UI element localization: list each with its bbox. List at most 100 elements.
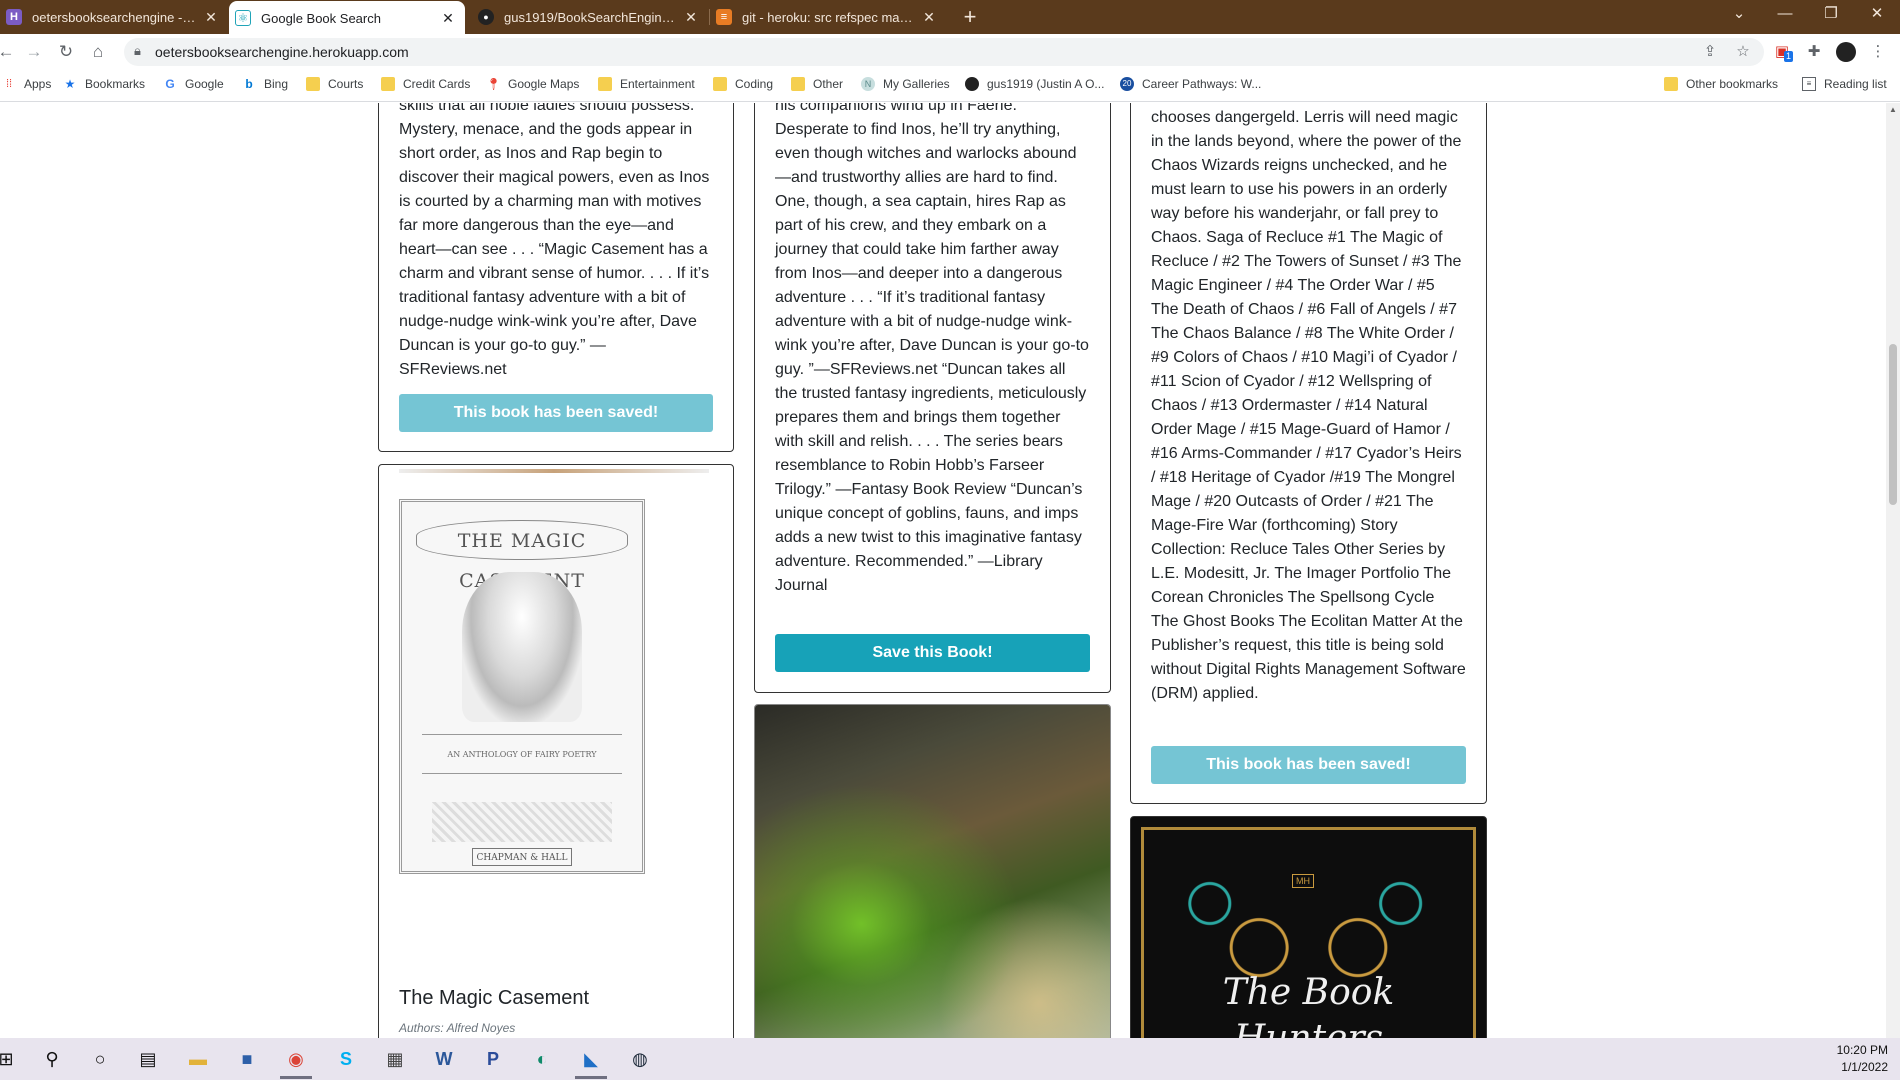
cover-top-edge — [399, 469, 709, 473]
calculator-icon[interactable]: ▦ — [381, 1046, 409, 1072]
bookmark-label: gus1919 (Justin A O... — [987, 77, 1105, 91]
book-description: his companions wind up in Faerie. Desper… — [775, 103, 1089, 594]
reading-list-icon: ≡ — [1802, 77, 1816, 91]
book-saved-button[interactable]: This book has been saved! — [1151, 746, 1466, 784]
scroll-up-arrow-icon[interactable]: ▲ — [1889, 105, 1897, 114]
bookmark-folder-entertainment[interactable]: Entertainment — [598, 77, 695, 91]
tab-stackoverflow[interactable]: ≡ git - heroku: src refspec master does … — [710, 0, 946, 34]
word-icon[interactable]: W — [430, 1046, 458, 1072]
new-tab-button[interactable]: + — [957, 4, 983, 30]
bookmark-github[interactable]: gus1919 (Justin A O... — [965, 77, 1104, 91]
edge-icon[interactable]: ◐ — [528, 1046, 556, 1072]
url-text[interactable]: oetersbooksearchengine.herokuapp.com — [155, 44, 409, 60]
bookmark-other-bookmarks[interactable]: Other bookmarks — [1664, 77, 1778, 91]
lock-icon[interactable]: 🔒︎ — [134, 43, 141, 59]
reload-icon[interactable]: ↻ — [54, 40, 78, 64]
stackoverflow-icon: ≡ — [716, 9, 732, 25]
tab-github-repo[interactable]: ● gus1919/BookSearchEngine: Refactor ✕ — [472, 0, 708, 34]
reading-list-button[interactable]: ≡ Reading list — [1802, 77, 1887, 91]
bookmark-folder-credit-cards[interactable]: Credit Cards — [381, 77, 470, 91]
book-card: chooses dangergeld. Lerris will need mag… — [1130, 103, 1487, 804]
bookmark-label: Entertainment — [620, 77, 695, 91]
bookmark-label: Bing — [264, 77, 289, 91]
github-icon: ● — [478, 9, 494, 25]
tab-heroku-settings[interactable]: H oetersbooksearchengine - Settings ✕ — [0, 0, 228, 34]
bookmark-folder-other[interactable]: Other — [791, 77, 843, 91]
active-app-indicator — [280, 1076, 312, 1079]
bing-icon: b — [245, 77, 253, 91]
steam-icon[interactable]: ◍ — [626, 1046, 654, 1072]
file-explorer-icon[interactable]: ▬ — [184, 1046, 212, 1072]
book-description: skills that all noble ladies should poss… — [399, 103, 710, 378]
close-tab-icon[interactable]: ✕ — [202, 9, 220, 26]
close-tab-icon[interactable]: ✕ — [682, 9, 700, 26]
menu-kebab-icon[interactable]: ⋮ — [1868, 42, 1888, 62]
extension-badge-icon[interactable]: ▣ 1 — [1772, 42, 1794, 62]
close-tab-icon[interactable]: ✕ — [920, 9, 938, 26]
bookmark-folder-coding[interactable]: Coding — [713, 77, 773, 91]
windows-start-icon[interactable]: ⊞ — [0, 1046, 20, 1072]
folder-icon — [381, 77, 395, 91]
book-description: chooses dangergeld. Lerris will need mag… — [1151, 109, 1466, 702]
chrome-icon[interactable]: ◉ — [282, 1046, 310, 1072]
cover-title: The Book Hunters — [1222, 972, 1395, 1038]
bookmark-label: Google Maps — [508, 77, 580, 91]
bookmark-career-pathways[interactable]: 20 Career Pathways: W... — [1120, 77, 1261, 91]
extensions-puzzle-icon[interactable]: ✚ — [1804, 42, 1824, 62]
cover-publisher-mark: MH — [1292, 874, 1314, 888]
task-view-icon[interactable]: ▤ — [134, 1046, 162, 1072]
restore-button[interactable]: ❐ — [1808, 0, 1854, 30]
bookmark-apps[interactable]: ⁞⁞ Apps — [2, 77, 51, 91]
address-bar[interactable]: 🔒︎ oetersbooksearchengine.herokuapp.com — [124, 38, 1764, 66]
home-icon[interactable]: ⌂ — [86, 40, 110, 64]
page-content: skills that all noble ladies should poss… — [0, 103, 1886, 1038]
browser-toolbar: ← → ↻ ⌂ 🔒︎ oetersbooksearchengine.heroku… — [0, 34, 1900, 70]
bookmark-google[interactable]: G Google — [163, 77, 224, 91]
minimize-button[interactable]: — — [1762, 0, 1808, 30]
vscode-icon[interactable]: ◣ — [577, 1046, 605, 1072]
bookmark-bing[interactable]: b Bing — [242, 77, 288, 91]
cover-subtitle: AN ANTHOLOGY OF FAIRY POETRY — [422, 734, 622, 774]
book-card — [754, 704, 1111, 1038]
tab-google-book-search[interactable]: ⚛ Google Book Search ✕ — [229, 1, 465, 35]
skype-icon[interactable]: S — [332, 1046, 360, 1072]
cortana-icon[interactable]: ○ — [86, 1046, 114, 1072]
star-icon: ★ — [64, 77, 76, 91]
publisher-icon[interactable]: P — [479, 1046, 507, 1072]
profile-avatar[interactable] — [1836, 42, 1856, 62]
book-title: The Magic Casement — [399, 987, 590, 1009]
bookmark-label: My Galleries — [883, 77, 950, 91]
tab-title: Google Book Search — [261, 10, 381, 26]
tab-strip: H oetersbooksearchengine - Settings ✕ ⚛ … — [0, 0, 1900, 35]
page-scrollbar[interactable]: ▲ — [1886, 103, 1900, 1038]
site-icon: 20 — [1120, 77, 1134, 91]
bookmark-my-galleries[interactable]: N My Galleries — [861, 77, 950, 91]
bookmark-label: Courts — [328, 77, 364, 91]
forward-arrow-icon[interactable]: → — [22, 40, 46, 64]
save-book-button[interactable]: Save this Book! — [775, 634, 1090, 672]
search-icon[interactable]: ⚲ — [38, 1046, 66, 1072]
heroku-icon: H — [6, 9, 22, 25]
book-saved-button[interactable]: This book has been saved! — [399, 394, 713, 432]
bookmarks-bar: ⁞⁞ Apps ★ Bookmarks G Google b Bing Courts C… — [0, 70, 1900, 102]
bookmark-bookmarks[interactable]: ★ Bookmarks — [63, 77, 145, 91]
system-clock[interactable]: 10:20 PM 1/1/2022 — [1837, 1042, 1888, 1076]
bookmark-star-icon[interactable]: ☆ — [1733, 42, 1753, 62]
share-icon[interactable]: ⇪ — [1700, 42, 1720, 62]
bookmark-label: Google — [185, 77, 224, 91]
book-card: skills that all noble ladies should poss… — [378, 103, 734, 452]
maps-pin-icon: 📍︎ — [486, 77, 502, 91]
bookmark-google-maps[interactable]: 📍︎ Google Maps — [486, 77, 579, 91]
close-tab-icon[interactable]: ✕ — [439, 10, 457, 27]
book-cover-image: THE MAGIC CASEMENT AN ANTHOLOGY OF FAIRY… — [399, 499, 645, 874]
scrollbar-thumb[interactable] — [1889, 344, 1897, 505]
bookmark-folder-courts[interactable]: Courts — [306, 77, 363, 91]
cover-figure-illustration — [462, 572, 582, 722]
tab-search-chevron-icon[interactable]: ⌄ — [1716, 0, 1762, 30]
close-window-button[interactable]: ✕ — [1854, 0, 1900, 30]
bookmark-label: Apps — [24, 77, 52, 91]
folder-icon — [306, 77, 320, 91]
back-arrow-icon[interactable]: ← — [0, 40, 18, 64]
bookmark-label: Credit Cards — [403, 77, 471, 91]
store-icon[interactable]: ■ — [233, 1046, 261, 1072]
